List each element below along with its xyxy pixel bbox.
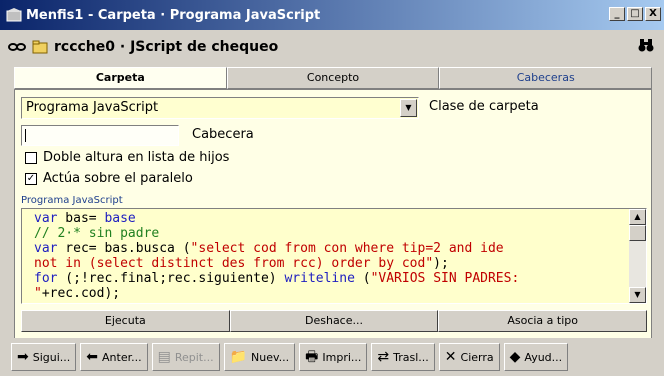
code-token: not in (select distinct des from rcc) or… bbox=[34, 256, 434, 271]
printer-icon: 🖶 bbox=[305, 349, 319, 365]
code-line: not in (select distinct des from rcc) or… bbox=[34, 256, 630, 271]
code-line: "+rec.cod); bbox=[34, 286, 630, 301]
record-header: rccche0 · JScript de chequeo bbox=[0, 30, 664, 64]
toolbar-label: Cierra bbox=[460, 350, 494, 364]
help-book-icon: ◆ bbox=[509, 349, 521, 365]
toolbar-label: Impri... bbox=[322, 350, 362, 364]
actua-paralelo-checkbox[interactable]: ✓ Actúa sobre el paralelo bbox=[25, 171, 193, 186]
folder-icon bbox=[32, 40, 48, 54]
dropdown-arrow-icon[interactable]: ▼ bbox=[400, 99, 417, 117]
ejecuta-button[interactable]: Ejecuta bbox=[21, 310, 230, 332]
minimize-button[interactable]: _ bbox=[609, 7, 625, 21]
toolbar-label: Repit... bbox=[174, 350, 214, 364]
window-title: Menfis1 - Carpeta · Programa JavaScript bbox=[26, 7, 321, 23]
scroll-up-icon[interactable]: ▲ bbox=[629, 209, 646, 225]
code-token: ( bbox=[354, 271, 371, 286]
arrow-left-icon: ⬅ bbox=[86, 349, 99, 365]
code-token: "select cod from con where tip=2 and ide bbox=[190, 241, 504, 256]
ayud-button[interactable]: ◆ Ayud... bbox=[503, 343, 569, 371]
deshace-button[interactable]: Deshace... bbox=[229, 310, 439, 332]
code-section-label: Programa JavaScript bbox=[21, 195, 123, 206]
code-token: ); bbox=[433, 256, 449, 271]
carpeta-panel: Programa JavaScript ▼ Clase de carpeta C… bbox=[14, 89, 652, 368]
nuev-button[interactable]: 📁 Nuev... bbox=[223, 343, 296, 371]
code-token: for bbox=[34, 271, 58, 286]
scroll-down-icon[interactable]: ▼ bbox=[629, 287, 646, 303]
doble-altura-label: Doble altura en lista de hijos bbox=[43, 150, 230, 165]
maximize-button[interactable]: □ bbox=[627, 7, 643, 21]
checkbox-unchecked-icon[interactable] bbox=[25, 151, 37, 164]
code-line: var bas= base bbox=[34, 211, 630, 226]
clase-carpeta-label: Clase de carpeta bbox=[429, 99, 539, 114]
action-row: Ejecuta Deshace... Asocia a tipo bbox=[21, 310, 648, 332]
code-text[interactable]: var bas= base// 2·* sin padre var rec= ba… bbox=[34, 211, 630, 301]
clase-carpeta-select[interactable]: Programa JavaScript ▼ bbox=[21, 97, 419, 119]
vertical-scrollbar[interactable]: ▲ ▼ bbox=[629, 209, 646, 303]
tab-concepto[interactable]: Concepto bbox=[226, 67, 440, 89]
code-token: " bbox=[34, 286, 42, 301]
close-x-icon: ✕ bbox=[444, 349, 457, 365]
code-token: (;!rec.final;rec.siguiente) bbox=[57, 271, 285, 286]
toolbar-label: Nuev... bbox=[251, 350, 290, 364]
toolbar-label: Trasl... bbox=[393, 350, 429, 364]
code-token: "VARIOS SIN PADRES: bbox=[370, 271, 520, 286]
code-line: for (;!rec.final;rec.siguiente) writelin… bbox=[34, 271, 630, 286]
code-editor[interactable]: var bas= base// 2·* sin padre var rec= ba… bbox=[21, 208, 647, 304]
repit-button[interactable]: ▤ Repit... bbox=[151, 343, 220, 371]
toolbar-label: Sigui... bbox=[32, 350, 71, 364]
code-token: var bbox=[34, 241, 58, 256]
scroll-thumb[interactable] bbox=[629, 225, 646, 241]
cabecera-label: Cabecera bbox=[192, 127, 254, 142]
code-token: +rec.cod); bbox=[41, 286, 121, 301]
code-token: writeline bbox=[284, 271, 355, 286]
asocia-tipo-button[interactable]: Asocia a tipo bbox=[438, 310, 648, 332]
code-token: rec= bas.busca ( bbox=[57, 241, 191, 256]
code-line: // 2·* sin padre bbox=[34, 226, 630, 241]
title-bar: Menfis1 - Carpeta · Programa JavaScript … bbox=[0, 0, 664, 30]
cierra-button[interactable]: ✕ Cierra bbox=[438, 343, 500, 371]
code-token: base bbox=[104, 211, 136, 226]
impri-button[interactable]: 🖶 Impri... bbox=[299, 343, 368, 371]
code-token: bas= bbox=[57, 211, 105, 226]
transfer-icon: ⇄ bbox=[377, 349, 390, 365]
toolbar-label: Ayud... bbox=[524, 350, 563, 364]
anter-button[interactable]: ⬅ Anter... bbox=[80, 343, 148, 371]
sigui-button[interactable]: ➡ Sigui... bbox=[11, 343, 77, 371]
checkbox-checked-icon[interactable]: ✓ bbox=[25, 172, 37, 185]
cabecera-input[interactable] bbox=[21, 125, 179, 146]
binoculars-icon[interactable] bbox=[638, 38, 654, 55]
toolbar-label: Anter... bbox=[102, 350, 142, 364]
code-line: var rec= bas.busca ("select cod from con… bbox=[34, 241, 630, 256]
app-icon bbox=[6, 8, 22, 22]
tab-cabeceras[interactable]: Cabeceras bbox=[439, 67, 653, 89]
new-folder-icon: 📁 bbox=[229, 349, 248, 365]
trasl-button[interactable]: ⇄ Trasl... bbox=[371, 343, 435, 371]
arrow-right-icon: ➡ bbox=[17, 349, 29, 365]
tab-carpeta[interactable]: Carpeta bbox=[14, 67, 227, 89]
code-token: // 2·* sin padre bbox=[34, 226, 160, 241]
code-token: var bbox=[34, 211, 58, 226]
actua-paralelo-label: Actúa sobre el paralelo bbox=[43, 171, 193, 186]
clase-carpeta-value: Programa JavaScript bbox=[26, 100, 159, 115]
close-button[interactable]: X bbox=[645, 7, 661, 21]
tab-bar: Carpeta Concepto Cabeceras bbox=[14, 67, 653, 89]
link-icon[interactable] bbox=[8, 42, 26, 52]
bottom-toolbar: ➡ Sigui... ⬅ Anter... ▤ Repit... 📁 Nuev... 🖶 Impr… bbox=[0, 338, 664, 376]
doble-altura-checkbox[interactable]: Doble altura en lista de hijos bbox=[25, 150, 229, 165]
repeat-icon: ▤ bbox=[157, 349, 171, 365]
record-title: rccche0 · JScript de chequeo bbox=[54, 39, 279, 55]
